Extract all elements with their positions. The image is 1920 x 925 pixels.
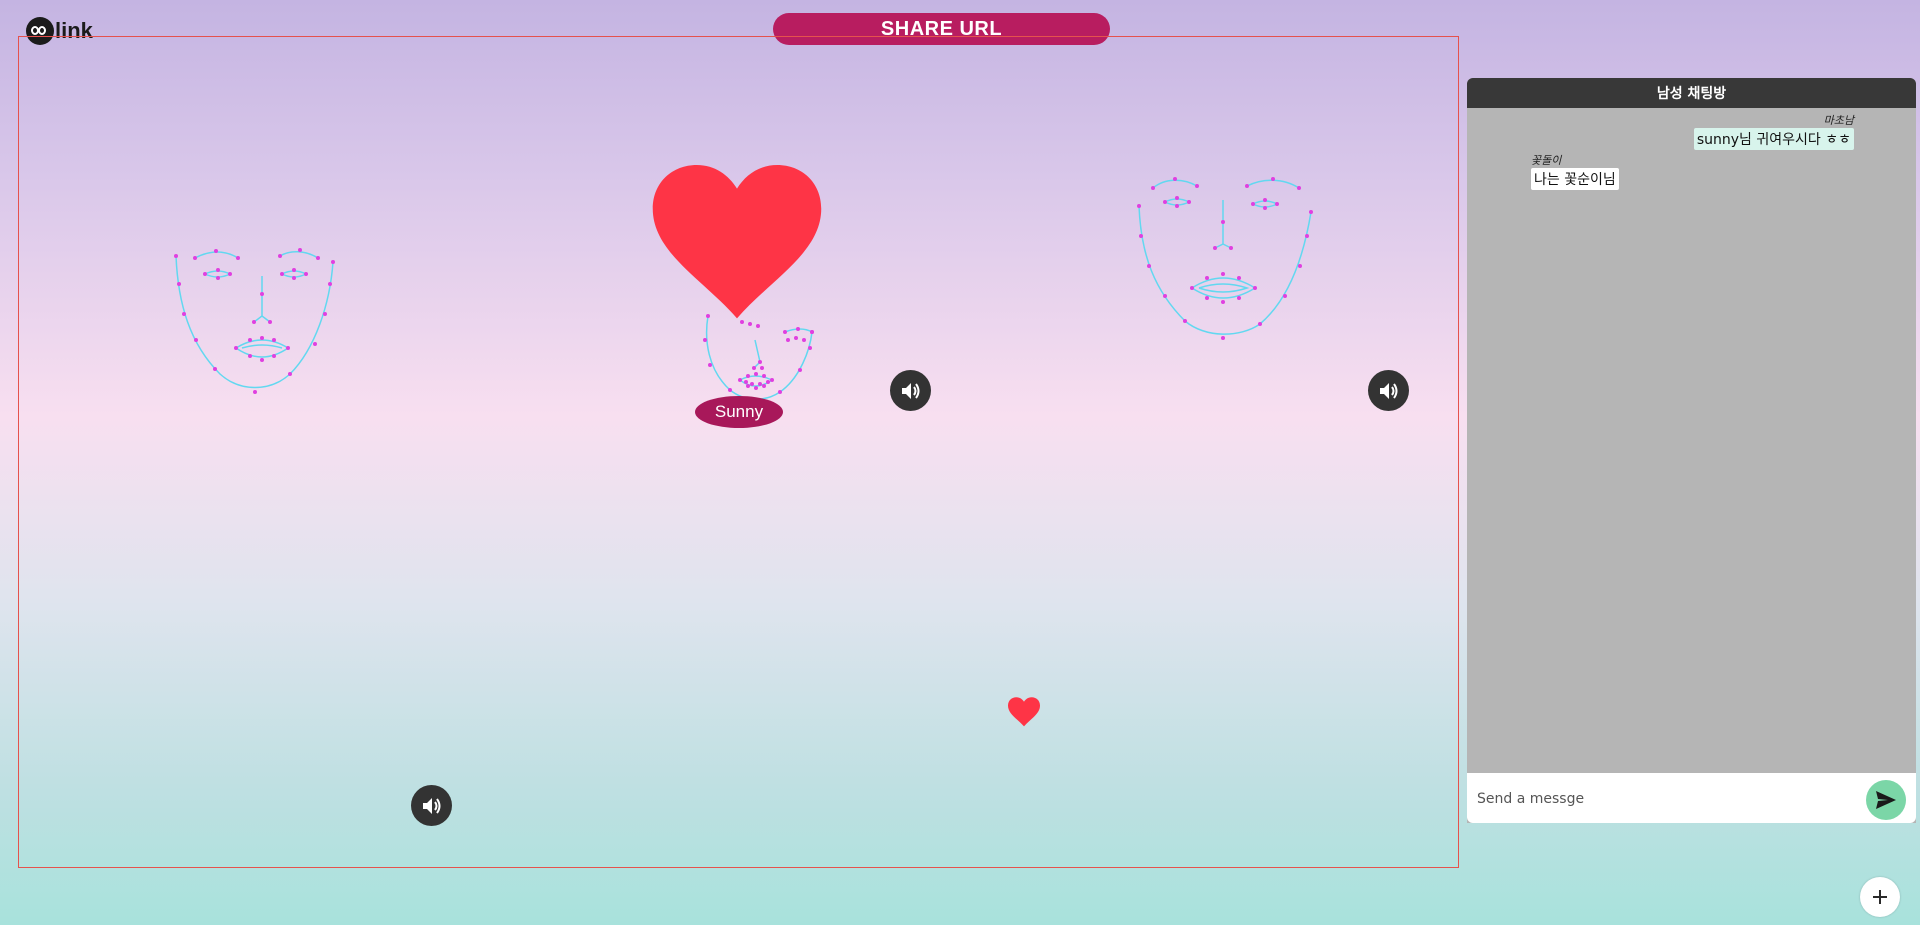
plus-icon [1873, 890, 1887, 904]
face-mesh-left [174, 248, 335, 394]
volume-button-left[interactable] [411, 785, 452, 826]
volume-icon [422, 797, 440, 814]
message-text: sunny님 귀여우시다 ㅎㅎ [1693, 128, 1854, 150]
chat-input-bar [1467, 773, 1916, 823]
chat-message: 마초남 sunny님 귀여우시다 ㅎㅎ [1693, 112, 1854, 150]
send-icon [1876, 791, 1896, 809]
volume-icon [1379, 382, 1397, 399]
chat-panel: 남성 채팅방 마초남 sunny님 귀여우시다 ㅎㅎ 꽃돌이 나는 꽃순이님 [1467, 78, 1916, 823]
face-mesh-right [1137, 177, 1313, 340]
volume-button-center[interactable] [890, 370, 931, 411]
video-stage [18, 36, 1459, 868]
chat-message: 꽃돌이 나는 꽃순이님 [1531, 152, 1619, 190]
message-text: 나는 꽃순이님 [1531, 168, 1619, 190]
participant-name-tag: Sunny [695, 396, 783, 428]
volume-icon [901, 382, 919, 399]
chat-title: 남성 채팅방 [1467, 78, 1916, 108]
chat-message-input[interactable] [1475, 785, 1859, 813]
message-sender: 꽃돌이 [1531, 154, 1562, 167]
message-sender: 마초남 [1823, 114, 1854, 127]
add-button[interactable] [1860, 877, 1900, 917]
send-button[interactable] [1866, 780, 1906, 820]
face-mesh-center [703, 314, 814, 402]
heart-icon [652, 165, 822, 319]
volume-button-right[interactable] [1368, 370, 1409, 411]
small-heart-icon [1008, 697, 1040, 727]
